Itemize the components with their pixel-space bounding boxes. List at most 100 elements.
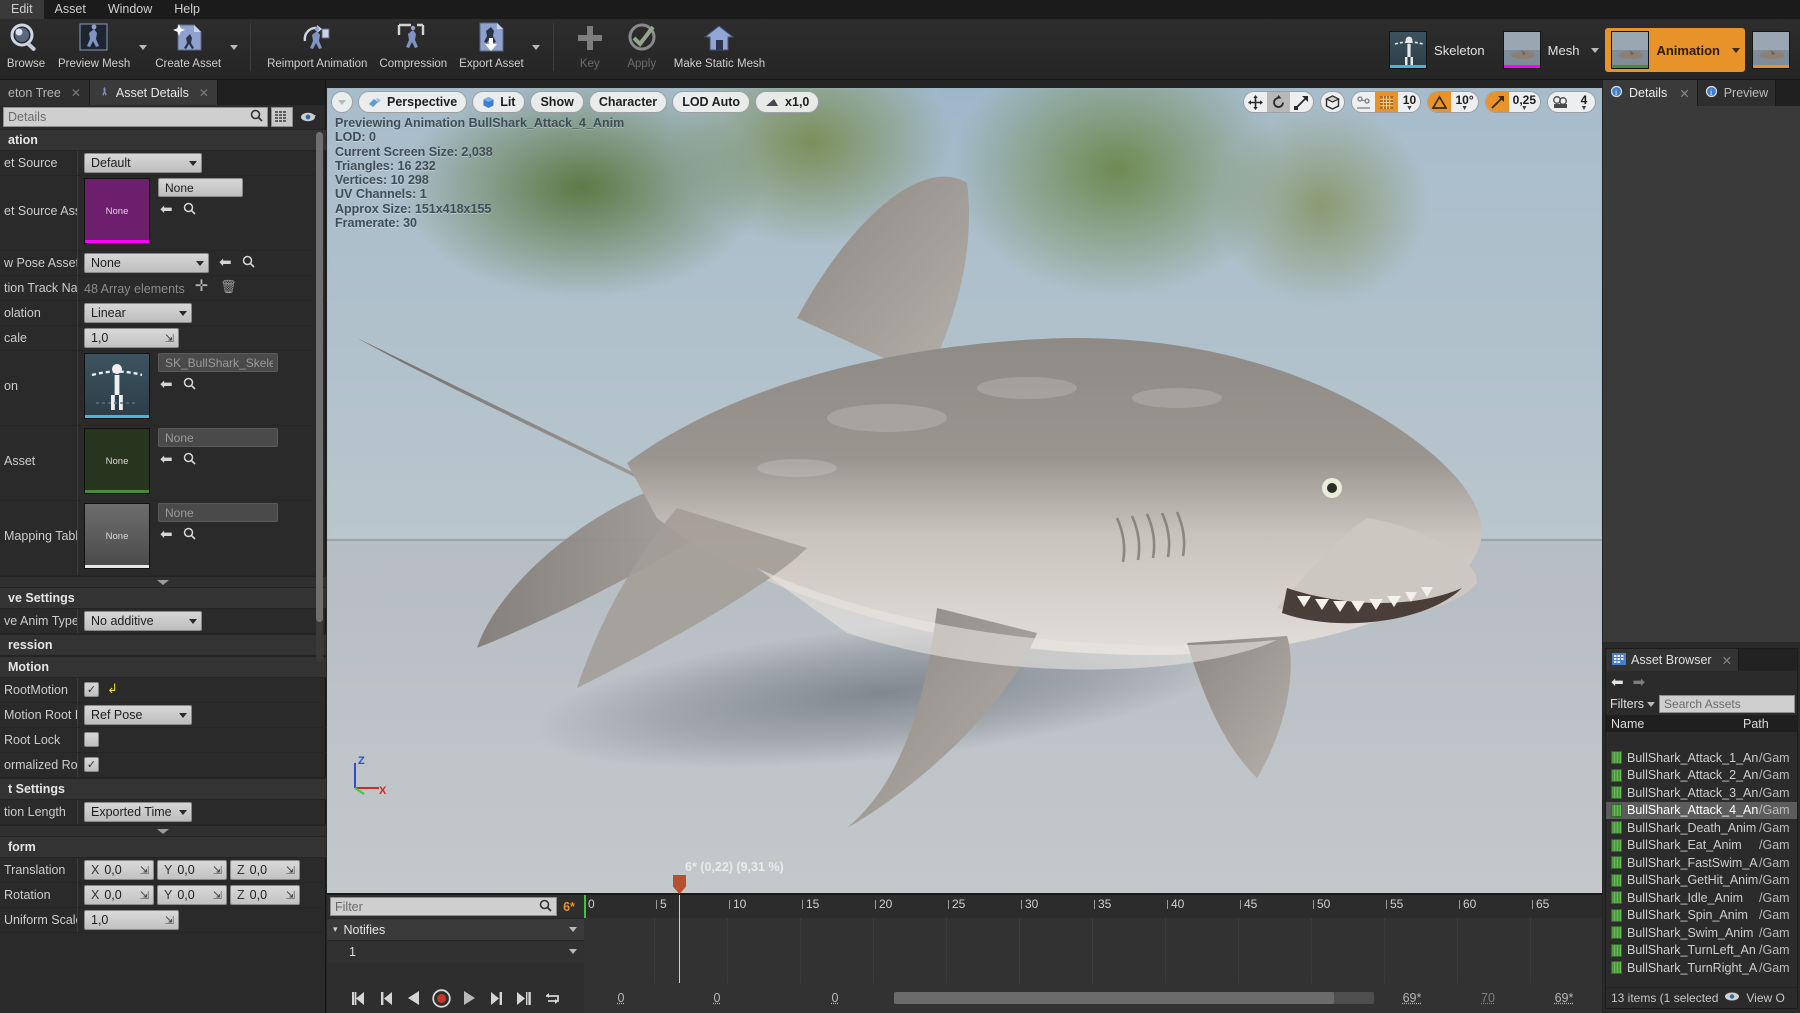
show-menu-button[interactable]: Show <box>530 91 583 113</box>
list-item-selected[interactable]: BullShark_Attack_4_An/Gam <box>1606 802 1797 820</box>
play-forward-icon[interactable] <box>462 990 477 1006</box>
drag-handle-icon[interactable]: ⇲ <box>286 864 295 877</box>
drag-handle-icon[interactable]: ⇲ <box>286 889 295 902</box>
list-item[interactable]: BullShark_Attack_3_An/Gam <box>1606 784 1797 802</box>
skip-to-end-icon[interactable] <box>515 991 533 1006</box>
track-group-notifies[interactable]: ▾ Notifies <box>327 918 584 940</box>
timeline-value-2[interactable]: 0 <box>776 991 894 1005</box>
section-additive-settings[interactable]: ve Settings <box>0 587 326 609</box>
rate-scale-input[interactable]: 1,0 ⇲ <box>84 328 179 348</box>
browse-to-asset-icon[interactable] <box>183 452 196 468</box>
menu-item-window[interactable]: Window <box>97 0 163 19</box>
mode-extra[interactable] <box>1746 28 1799 72</box>
mapping-table-thumbnail[interactable]: None <box>84 503 150 569</box>
retarget-source-select[interactable]: Default <box>84 153 202 173</box>
play-reverse-icon[interactable] <box>406 990 421 1006</box>
create-asset-button[interactable]: Create Asset <box>149 19 227 77</box>
timeline-horizontal-scrollbar[interactable] <box>894 992 1374 1004</box>
translation-y-input[interactable]: Y 0,0 ⇲ <box>157 860 227 880</box>
interpolation-select[interactable]: Linear <box>84 303 192 323</box>
key-button[interactable]: Key <box>564 19 616 77</box>
skeleton-select[interactable]: SK_BullShark_Skeleton <box>158 353 278 372</box>
export-asset-button[interactable]: Export Asset <box>453 19 530 77</box>
loop-icon[interactable] <box>544 991 561 1006</box>
force-root-lock-checkbox[interactable]: ✓ <box>84 732 99 747</box>
filters-button[interactable]: Filters <box>1610 697 1655 711</box>
tab-asset-details[interactable]: Asset Details ✕ <box>90 80 218 105</box>
eye-icon[interactable] <box>296 107 322 127</box>
list-item[interactable]: BullShark_TurnRight_A/Gam <box>1606 959 1797 977</box>
use-selected-asset-icon[interactable]: ⬅ <box>160 379 173 391</box>
translation-z-input[interactable]: Z 0,0 ⇲ <box>230 860 300 880</box>
tab-asset-browser[interactable]: Asset Browser ✕ <box>1606 649 1739 671</box>
view-mode-perspective-button[interactable]: Perspective <box>358 91 467 113</box>
use-selected-asset-icon[interactable]: ⬅ <box>160 529 173 541</box>
translation-x-input[interactable]: X 0,0 ⇲ <box>84 860 154 880</box>
add-array-element-icon[interactable]: ✛ <box>195 280 208 294</box>
retarget-source-asset-select[interactable]: None <box>158 178 243 197</box>
grid-snap-icon[interactable] <box>1375 92 1398 112</box>
browse-button[interactable]: Browse <box>0 19 52 77</box>
list-item[interactable]: BullShark_Attack_2_An/Gam <box>1606 767 1797 785</box>
browse-to-asset-icon[interactable] <box>183 202 196 218</box>
apply-button[interactable]: Apply <box>616 19 668 77</box>
column-name[interactable]: Name <box>1606 717 1741 731</box>
lit-mode-button[interactable]: Lit <box>472 91 525 113</box>
list-item[interactable]: BullShark_TurnLeft_An/Gam <box>1606 942 1797 960</box>
preview-mesh-button[interactable]: Preview Mesh <box>52 19 136 77</box>
asset-search-input[interactable]: Search Assets <box>1659 695 1795 713</box>
use-selected-asset-icon[interactable]: ⬅ <box>219 257 232 269</box>
additive-anim-type-select[interactable]: No additive <box>84 611 202 631</box>
drag-handle-icon[interactable]: ⇲ <box>165 332 174 345</box>
grid-view-icon[interactable] <box>271 107 293 127</box>
uniform-scale-input[interactable]: 1,0 ⇲ <box>84 910 179 930</box>
timeline-filter-input[interactable]: Filter <box>330 897 557 916</box>
column-path[interactable]: Path <box>1741 717 1769 731</box>
scrollbar-thumb[interactable] <box>316 132 323 622</box>
view-options-label[interactable]: View O <box>1746 991 1784 1005</box>
section-root-motion[interactable]: Motion <box>0 656 326 678</box>
rotation-y-input[interactable]: Y 0,0 ⇲ <box>157 885 227 905</box>
rotation-x-input[interactable]: X 0,0 ⇲ <box>84 885 154 905</box>
character-menu-button[interactable]: Character <box>589 91 667 113</box>
list-item[interactable]: BullShark_Eat_Anim/Gam <box>1606 837 1797 855</box>
use-selected-asset-icon[interactable]: ⬅ <box>160 204 173 216</box>
step-back-icon[interactable] <box>379 991 395 1006</box>
rotation-z-input[interactable]: Z 0,0 ⇲ <box>230 885 300 905</box>
collapse-section-toggle[interactable] <box>0 576 326 587</box>
surface-snap-icon[interactable] <box>1352 92 1375 112</box>
mode-skeleton[interactable]: Skeleton <box>1383 28 1496 72</box>
section-transform[interactable]: form <box>0 836 326 858</box>
mode-animation[interactable]: Animation <box>1605 28 1745 72</box>
mapping-table-select[interactable]: None <box>158 503 278 522</box>
collapse-triangle-icon[interactable]: ▾ <box>333 924 338 935</box>
back-arrow-icon[interactable]: ⬅ <box>1611 676 1624 689</box>
mode-animation-dropdown[interactable] <box>1729 48 1743 53</box>
camera-speed-icon[interactable] <box>1548 92 1573 112</box>
drag-handle-icon[interactable]: ⇲ <box>140 864 149 877</box>
timeline-ruler[interactable]: 0 5 10 15 20 25 30 35 40 45 50 55 60 65 <box>584 895 1602 918</box>
export-asset-dropdown[interactable] <box>530 19 543 75</box>
menu-item-help[interactable]: Help <box>163 0 211 19</box>
step-forward-icon[interactable] <box>488 991 504 1006</box>
close-icon[interactable]: ✕ <box>71 86 81 100</box>
animation-viewport[interactable]: Perspective Lit Show Character LOD Auto <box>327 88 1602 893</box>
timeline-range-end[interactable]: 69* <box>1526 991 1602 1005</box>
drag-handle-icon[interactable]: ⇲ <box>165 914 174 927</box>
browse-to-asset-icon[interactable] <box>242 255 255 271</box>
tab-details[interactable]: i Details ✕ <box>1603 80 1698 106</box>
list-item[interactable]: BullShark_Death_Anim/Gam <box>1606 819 1797 837</box>
collapse-section-toggle[interactable] <box>0 825 326 836</box>
forward-arrow-icon[interactable]: ➡ <box>1633 676 1646 689</box>
playhead[interactable]: 6* (0,22) (9,31 %) <box>679 895 680 983</box>
scale-icon[interactable] <box>1290 92 1313 112</box>
angle-snap-value[interactable]: 10°▼ <box>1451 92 1477 112</box>
skeleton-thumbnail[interactable] <box>84 353 150 419</box>
browse-to-asset-icon[interactable] <box>183 377 196 393</box>
retarget-source-asset-thumbnail[interactable]: None <box>84 178 150 244</box>
use-selected-asset-icon[interactable]: ⬅ <box>160 454 173 466</box>
timeline-lanes[interactable] <box>584 918 1602 983</box>
section-animation[interactable]: ation <box>0 129 326 151</box>
chevron-down-icon[interactable] <box>569 949 577 954</box>
asset-select[interactable]: None <box>158 428 278 447</box>
